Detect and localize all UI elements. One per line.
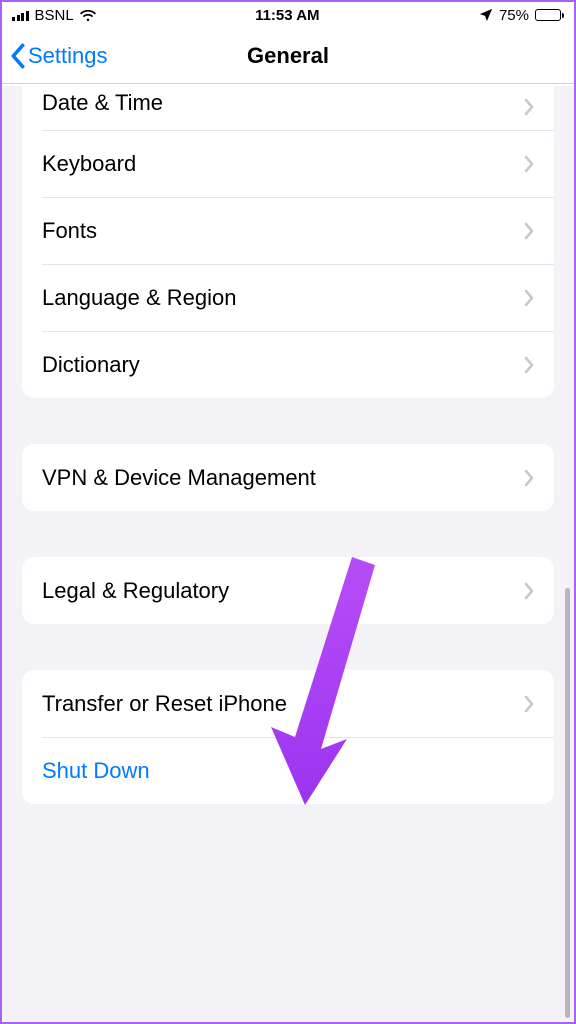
settings-group-4: Transfer or Reset iPhone Shut Down — [22, 670, 554, 804]
row-label: Keyboard — [42, 151, 136, 177]
row-label: Legal & Regulatory — [42, 578, 229, 604]
back-label: Settings — [28, 43, 108, 69]
status-right: 75% — [479, 7, 564, 24]
row-keyboard[interactable]: Keyboard — [22, 130, 554, 197]
settings-group-3: Legal & Regulatory — [22, 557, 554, 624]
chevron-right-icon — [524, 356, 534, 374]
row-legal-regulatory[interactable]: Legal & Regulatory — [22, 557, 554, 624]
settings-group-2: VPN & Device Management — [22, 444, 554, 511]
row-label: Language & Region — [42, 285, 237, 311]
chevron-right-icon — [524, 222, 534, 240]
row-label: Shut Down — [42, 758, 150, 784]
battery-icon — [535, 9, 564, 21]
settings-group-1: Date & Time Keyboard Fonts Language & Re… — [22, 86, 554, 398]
wifi-icon — [80, 9, 96, 21]
status-bar: BSNL 11:53 AM 75% — [2, 2, 574, 28]
row-fonts[interactable]: Fonts — [22, 197, 554, 264]
status-time: 11:53 AM — [255, 7, 319, 24]
content-scroll[interactable]: Date & Time Keyboard Fonts Language & Re… — [2, 86, 574, 1022]
chevron-right-icon — [524, 469, 534, 487]
status-left: BSNL — [12, 7, 96, 24]
location-icon — [479, 8, 493, 22]
row-dictionary[interactable]: Dictionary — [22, 331, 554, 398]
page-title: General — [247, 43, 329, 69]
row-label: Dictionary — [42, 352, 140, 378]
row-shut-down[interactable]: Shut Down — [22, 737, 554, 804]
battery-percent: 75% — [499, 7, 529, 24]
row-transfer-or-reset-iphone[interactable]: Transfer or Reset iPhone — [22, 670, 554, 737]
back-button[interactable]: Settings — [10, 28, 108, 83]
chevron-left-icon — [10, 43, 26, 69]
row-vpn-device-management[interactable]: VPN & Device Management — [22, 444, 554, 511]
row-label: Date & Time — [42, 90, 163, 116]
chevron-right-icon — [524, 582, 534, 600]
chevron-right-icon — [524, 289, 534, 307]
cellular-signal-icon — [12, 9, 29, 21]
chevron-right-icon — [524, 155, 534, 173]
scrollbar[interactable] — [565, 588, 570, 1018]
row-date-time[interactable]: Date & Time — [22, 86, 554, 130]
chevron-right-icon — [524, 98, 534, 116]
carrier-label: BSNL — [35, 7, 74, 24]
row-label: VPN & Device Management — [42, 465, 316, 491]
row-language-region[interactable]: Language & Region — [22, 264, 554, 331]
row-label: Fonts — [42, 218, 97, 244]
row-label: Transfer or Reset iPhone — [42, 691, 287, 717]
chevron-right-icon — [524, 695, 534, 713]
nav-bar: Settings General — [2, 28, 574, 84]
